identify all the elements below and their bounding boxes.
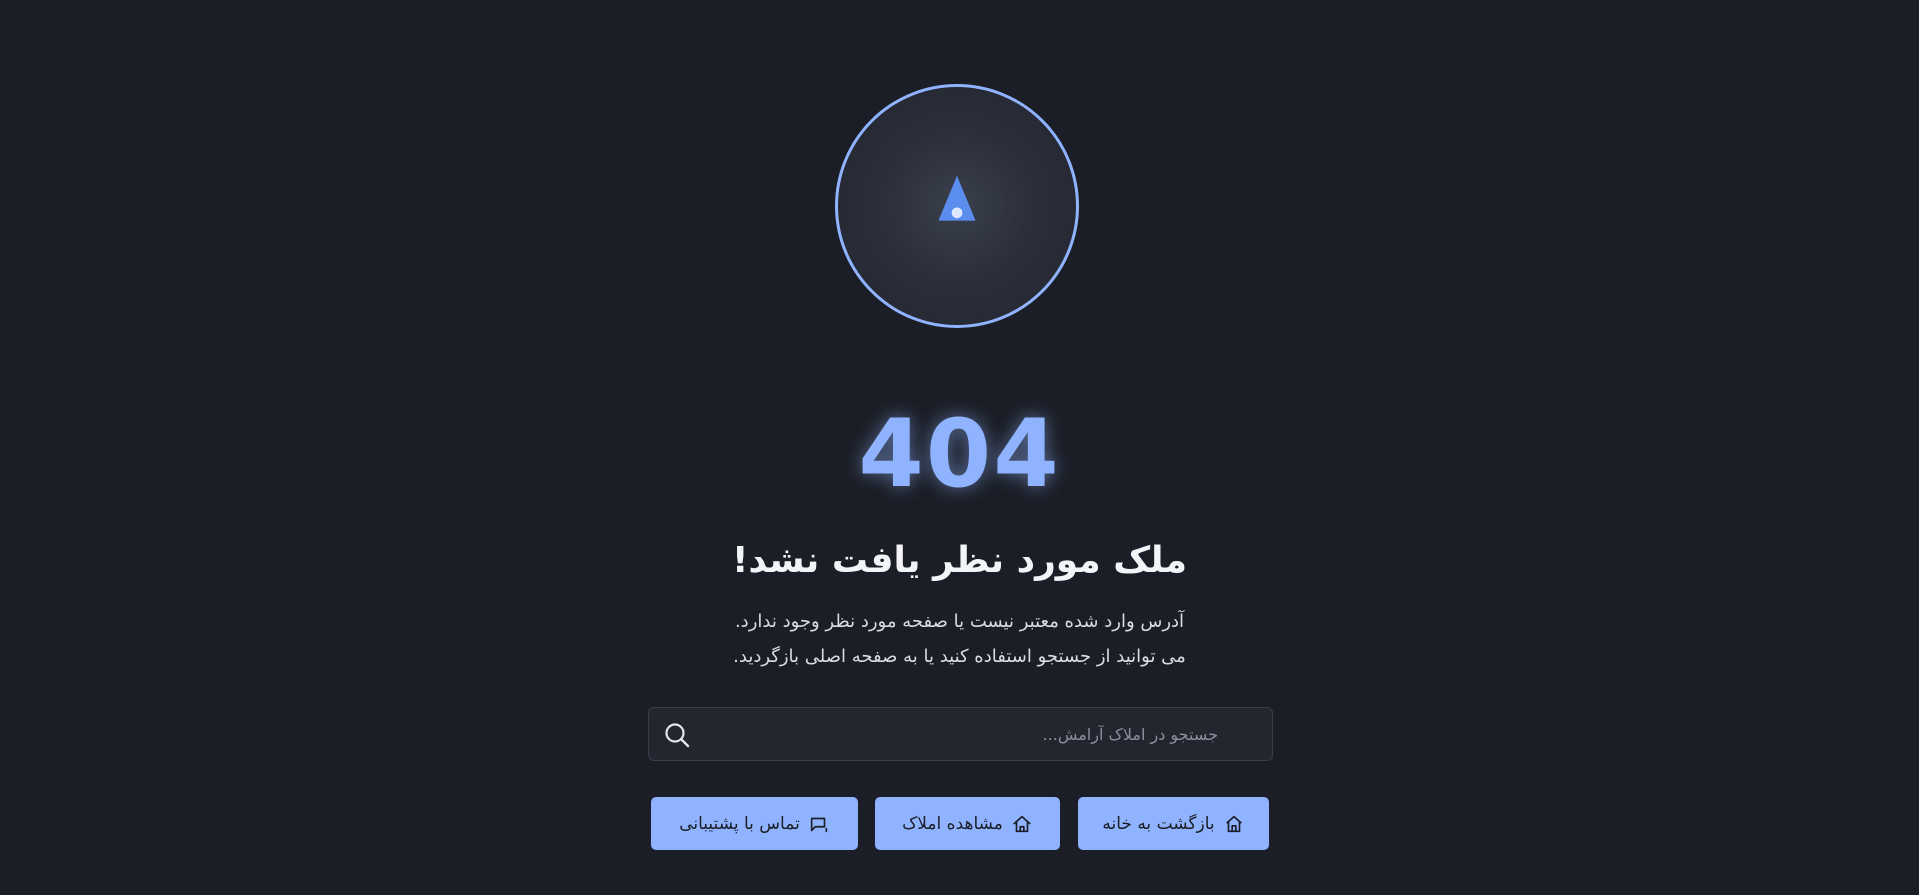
compass-illustration — [835, 84, 1079, 328]
search-bar — [648, 707, 1273, 761]
not-found-page: 404 ملک مورد نظر یافت نشد! آدرس وارد شده… — [0, 0, 1919, 895]
back-home-label: بازگشت به خانه — [1102, 813, 1215, 834]
view-properties-button[interactable]: مشاهده املاک — [875, 797, 1060, 850]
chat-icon — [810, 817, 827, 832]
description-line-1: آدرس وارد شده معتبر نیست یا صفحه مورد نظ… — [734, 611, 1185, 632]
search-icon[interactable] — [663, 721, 691, 749]
home-icon — [1225, 815, 1242, 832]
back-home-button[interactable]: بازگشت به خانه — [1078, 797, 1269, 850]
error-code: 404 — [858, 400, 1061, 509]
error-description: آدرس وارد شده معتبر نیست یا صفحه مورد نظ… — [0, 604, 1919, 674]
description-line-2: می توانید از جستجو استفاده کنید یا به صف… — [733, 646, 1186, 667]
page-title: ملک مورد نظر یافت نشد! — [731, 540, 1188, 581]
compass-needle-icon — [938, 175, 976, 221]
action-buttons: بازگشت به خانه مشاهده املاک تماس با پشتی… — [651, 797, 1269, 850]
view-properties-label: مشاهده املاک — [902, 813, 1003, 834]
search-input[interactable] — [649, 708, 1272, 760]
contact-support-button[interactable]: تماس با پشتیبانی — [651, 797, 858, 850]
house-icon — [1013, 815, 1031, 832]
contact-support-label: تماس با پشتیبانی — [679, 813, 800, 834]
